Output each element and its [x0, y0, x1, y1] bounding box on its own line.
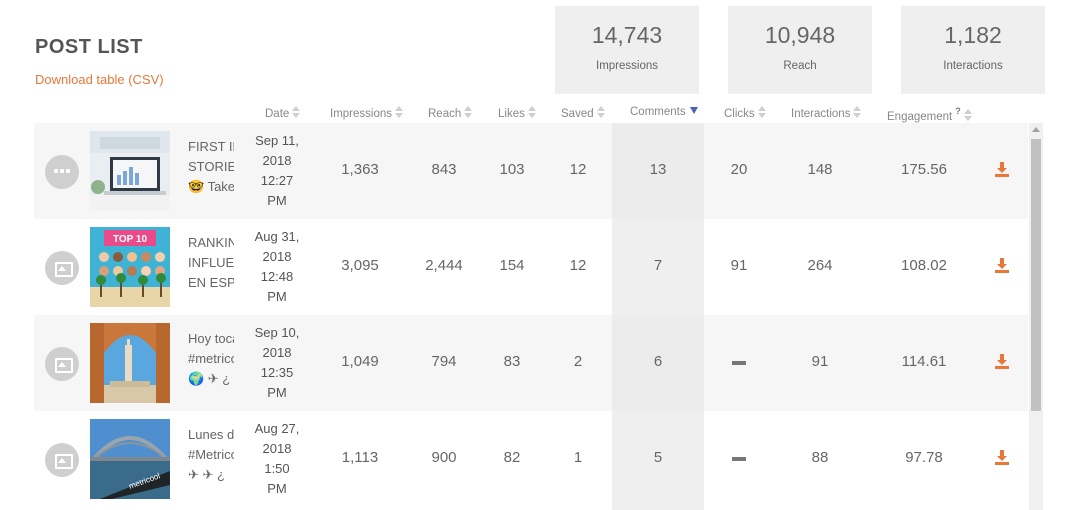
- interactions-stat-card: 1,182 Interactions: [901, 6, 1045, 94]
- image-icon: [45, 347, 79, 381]
- download-icon[interactable]: [994, 449, 1010, 465]
- clicks-empty-dash: [732, 457, 746, 461]
- clicks-empty-dash: [732, 361, 746, 365]
- sort-arrows-icon: [395, 106, 403, 120]
- impressions-cell: 1,363: [341, 161, 379, 178]
- sort-descending-icon: [689, 107, 698, 114]
- more-dots-icon: [45, 155, 79, 189]
- reach-label: Reach: [783, 60, 817, 72]
- post-date: Aug 27, 2018 1:50 PM: [254, 421, 300, 496]
- column-header-clicks[interactable]: Clicks: [724, 106, 766, 120]
- download-csv-link[interactable]: Download table (CSV): [35, 72, 164, 87]
- clicks-cell: 20: [730, 161, 748, 178]
- impressions-total: 14,743: [591, 22, 663, 48]
- thumbnail-top10-text: TOP 10: [113, 234, 148, 245]
- impressions-cell: 3,095: [341, 257, 379, 274]
- reach-cell: 900: [431, 449, 457, 466]
- column-header-reach[interactable]: Reach: [428, 106, 473, 120]
- comments-cell: 13: [649, 161, 667, 178]
- engagement-cell: 175.56: [901, 161, 947, 178]
- reach-stat-card: 10,948 Reach: [728, 6, 872, 94]
- post-date: Sep 11, 2018 12:27 PM: [255, 133, 299, 208]
- post-thumbnail[interactable]: [90, 131, 170, 211]
- engagement-cell: 114.61: [901, 353, 947, 370]
- interactions-cell: 91: [811, 353, 829, 370]
- post-caption: RANKING INFLUENCERS EN ESPAÑA: [188, 235, 234, 290]
- table-row[interactable]: TOP 10 RANKING INFLUENCERS EN ESPAÑA Aug…: [34, 219, 1028, 315]
- post-thumbnail[interactable]: [90, 323, 170, 403]
- interactions-cell: 264: [807, 257, 833, 274]
- impressions-cell: 1,113: [341, 449, 379, 466]
- table-row[interactable]: Hoy toca #metricool 🌍 ✈ ¿ Sep 10, 2018 1…: [34, 315, 1028, 411]
- likes-cell: 83: [503, 353, 521, 370]
- column-header-interactions[interactable]: Interactions: [791, 106, 862, 120]
- download-icon[interactable]: [994, 353, 1010, 369]
- saved-cell: 12: [569, 161, 587, 178]
- interactions-total: 1,182: [944, 22, 1002, 48]
- column-header-date[interactable]: Date: [265, 106, 301, 120]
- column-header-comments[interactable]: Comments: [630, 106, 698, 118]
- reach-cell: 2,444: [425, 257, 463, 274]
- image-icon: [45, 251, 79, 285]
- likes-cell: 103: [499, 161, 525, 178]
- page-title: POST LIST: [35, 36, 143, 58]
- engagement-cell: 97.78: [905, 449, 943, 466]
- column-header-engagement[interactable]: Engagement?: [887, 106, 972, 123]
- comments-cell: 6: [653, 353, 663, 370]
- scroll-up-arrow-icon[interactable]: [1032, 127, 1040, 132]
- reach-total: 10,948: [764, 22, 836, 48]
- download-icon[interactable]: [994, 161, 1010, 177]
- likes-cell: 154: [499, 257, 525, 274]
- column-header-saved[interactable]: Saved: [561, 106, 605, 120]
- saved-cell: 1: [573, 449, 583, 466]
- post-caption: FIRST INSTAGRAM STORIES 🤓 Take: [188, 139, 234, 194]
- impressions-label: Impressions: [596, 60, 658, 72]
- post-date: Sep 10, 2018 12:35 PM: [254, 325, 300, 400]
- post-date: Aug 31, 2018 12:48 PM: [254, 229, 300, 304]
- reach-cell: 794: [431, 353, 457, 370]
- sort-arrows-icon: [596, 106, 605, 120]
- likes-cell: 82: [503, 449, 521, 466]
- impressions-stat-card: 14,743 Impressions: [555, 6, 699, 94]
- column-header-likes[interactable]: Likes: [498, 106, 536, 120]
- help-icon[interactable]: ?: [955, 106, 961, 116]
- interactions-cell: 148: [807, 161, 833, 178]
- post-caption: Hoy toca #metricool 🌍 ✈ ¿: [188, 331, 234, 386]
- sort-arrows-icon: [963, 109, 972, 123]
- comments-cell: 5: [653, 449, 663, 466]
- sort-arrows-icon: [527, 106, 536, 120]
- table-row[interactable]: metricool Lunes de #Metricool ✈ ✈ ¿ Aug …: [34, 411, 1028, 507]
- sort-arrows-icon: [464, 106, 473, 120]
- scrollbar-thumb[interactable]: [1031, 139, 1041, 411]
- post-caption: Lunes de #Metricool ✈ ✈ ¿: [188, 427, 234, 482]
- image-icon: [45, 443, 79, 477]
- sort-arrows-icon: [292, 106, 301, 120]
- engagement-cell: 108.02: [901, 257, 947, 274]
- interactions-cell: 88: [811, 449, 829, 466]
- post-thumbnail[interactable]: TOP 10: [90, 227, 170, 307]
- interactions-label: Interactions: [943, 60, 1003, 72]
- sort-arrows-icon: [757, 106, 766, 120]
- column-header-impressions[interactable]: Impressions: [330, 106, 403, 120]
- post-thumbnail[interactable]: metricool: [90, 419, 170, 499]
- table-scrollbar[interactable]: [1029, 123, 1043, 510]
- reach-cell: 843: [431, 161, 457, 178]
- download-icon[interactable]: [994, 257, 1010, 273]
- table-row[interactable]: FIRST INSTAGRAM STORIES 🤓 Take Sep 11, 2…: [34, 123, 1028, 219]
- saved-cell: 2: [573, 353, 583, 370]
- saved-cell: 12: [569, 257, 587, 274]
- sort-arrows-icon: [853, 106, 862, 120]
- clicks-cell: 91: [730, 257, 748, 274]
- post-table: FIRST INSTAGRAM STORIES 🤓 Take Sep 11, 2…: [34, 123, 1028, 510]
- impressions-cell: 1,049: [341, 353, 379, 370]
- comments-cell: 7: [653, 257, 663, 274]
